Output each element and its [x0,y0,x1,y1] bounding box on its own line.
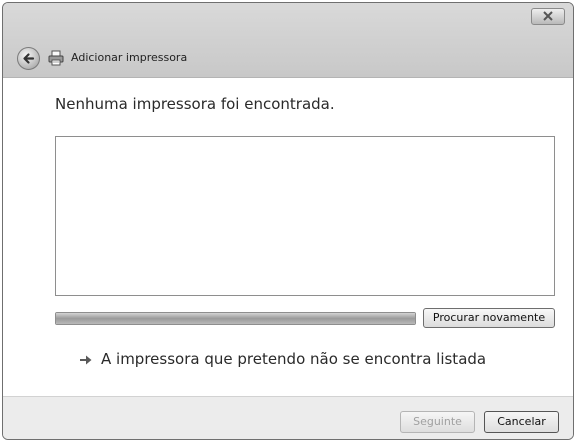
back-arrow-icon [23,53,35,64]
search-progress-bar [55,312,416,325]
page-heading: Nenhuma impressora foi encontrada. [55,95,335,113]
close-button[interactable] [531,8,565,25]
add-printer-window: Adicionar impressora Nenhuma impressora … [2,2,574,440]
printer-list[interactable] [55,136,555,296]
title-bar: Adicionar impressora [3,3,573,78]
printer-not-listed-label: A impressora que pretendo não se encontr… [101,350,487,368]
search-again-label: Procurar novamente [432,311,546,324]
arrow-right-icon [80,355,92,365]
cancel-button[interactable]: Cancelar [484,411,559,433]
content-area: Nenhuma impressora foi encontrada. Procu… [3,78,573,396]
search-again-button[interactable]: Procurar novamente [423,308,555,328]
close-icon [543,11,553,21]
footer-bar: Seguinte Cancelar [3,396,573,439]
window-title: Adicionar impressora [71,51,188,64]
progress-fill [56,313,415,324]
back-button[interactable] [17,47,40,70]
printer-icon [48,50,64,66]
next-button[interactable]: Seguinte [400,411,475,433]
